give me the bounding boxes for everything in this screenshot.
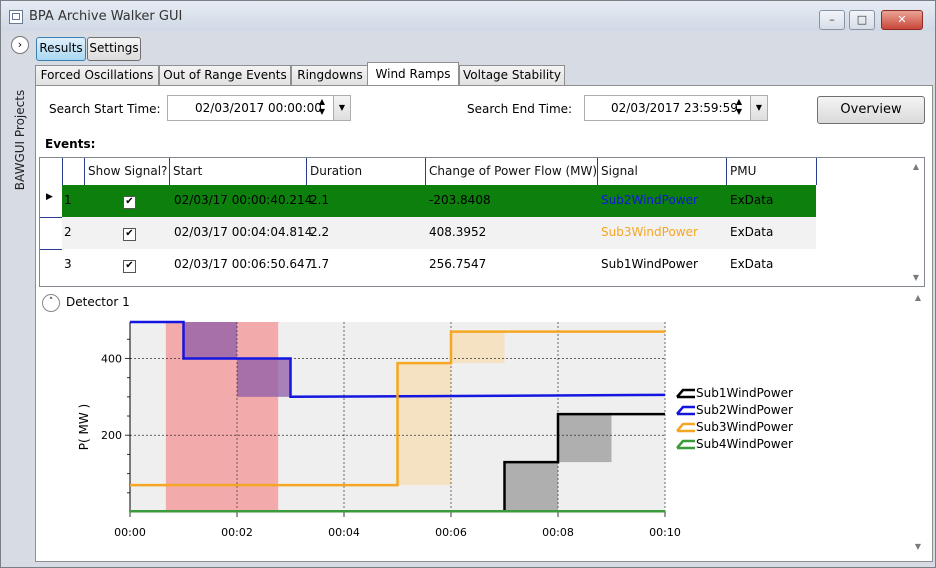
row-index: 1 <box>64 193 72 207</box>
search-end-picker[interactable]: 02/03/2017 23:59:59 ▲ ▼ ▼ <box>584 95 768 121</box>
row-header[interactable] <box>40 249 62 282</box>
show-signal-checkbox[interactable]: ✔ <box>123 228 136 241</box>
row-start: 02/03/17 00:04:04.814 <box>174 225 313 239</box>
row-duration: 2.2 <box>310 225 330 239</box>
table-row[interactable]: 2 ✔ 02/03/17 00:04:04.814 2.2 408.3952 S… <box>40 217 816 250</box>
row-signal: Sub1WindPower <box>601 257 698 271</box>
row-duration: 1.7 <box>310 257 330 271</box>
chevron-right-icon[interactable]: › <box>11 36 29 54</box>
detector-label: Detector 1 <box>66 295 130 309</box>
column-header-duration[interactable]: Duration (minutes) <box>306 158 423 205</box>
ramp-fill <box>183 322 237 359</box>
row-change: 256.7547 <box>429 257 487 271</box>
tab-out-of-range-events[interactable]: Out of Range Events <box>159 65 291 86</box>
ramp-fill <box>397 363 451 486</box>
header-spacer <box>62 158 84 185</box>
row-header[interactable]: ▶ <box>40 185 62 217</box>
legend-label: Sub1WindPower <box>696 386 793 400</box>
x-tick-label: 00:06 <box>435 526 467 539</box>
scroll-up-icon[interactable]: ▲ <box>908 162 924 171</box>
table-row[interactable]: ▶ 1 ✔ 02/03/17 00:00:40.214 2.1 -203.840… <box>40 185 816 217</box>
column-header-signal[interactable]: Signal <box>597 158 727 185</box>
row-duration: 2.1 <box>310 193 330 207</box>
legend-label: Sub4WindPower <box>696 437 793 451</box>
projects-sidebar: › BAWGUI Projects <box>7 33 33 563</box>
column-header-start[interactable]: Start <box>169 158 304 185</box>
search-end-value[interactable]: 02/03/2017 23:59:59 <box>611 96 738 120</box>
legend-swatch <box>676 439 695 450</box>
settings-button[interactable]: Settings <box>87 37 141 61</box>
search-start-label: Search Start Time: <box>49 102 161 116</box>
ramp-fill <box>558 414 612 463</box>
results-button[interactable]: Results <box>36 37 86 61</box>
row-signal: Sub2WindPower <box>601 193 698 207</box>
show-signal-checkbox[interactable]: ✔ <box>123 196 136 209</box>
show-signal-checkbox[interactable]: ✔ <box>123 260 136 273</box>
y-tick-label: 400 <box>101 352 122 365</box>
x-tick-label: 00:08 <box>542 526 574 539</box>
window-title: BPA Archive Walker GUI <box>29 9 183 24</box>
chevron-down-icon[interactable]: ▼ <box>333 96 350 120</box>
legend-label: Sub2WindPower <box>696 403 793 417</box>
tab-ringdowns[interactable]: Ringdowns <box>291 65 369 86</box>
events-table: Show Signal? Start Duration (minutes) Ch… <box>39 157 925 287</box>
row-signal: Sub3WindPower <box>601 225 698 239</box>
row-pmu: ExData <box>730 193 774 207</box>
chevron-down-icon[interactable]: ▼ <box>750 96 767 120</box>
table-header: Show Signal? Start Duration (minutes) Ch… <box>40 158 817 205</box>
scroll-down-icon[interactable]: ▼ <box>908 273 924 282</box>
legend-swatch <box>676 405 695 416</box>
app-icon <box>9 10 23 24</box>
row-index: 3 <box>64 257 72 271</box>
row-change: -203.8408 <box>429 193 491 207</box>
overview-button[interactable]: Overview <box>817 96 925 124</box>
tab-wind-ramps[interactable]: Wind Ramps <box>367 62 459 87</box>
row-pmu: ExData <box>730 257 774 271</box>
table-scrollbar[interactable]: ▲ ▼ <box>908 158 924 286</box>
scroll-down-icon[interactable]: ▼ <box>910 542 926 551</box>
column-header-pmu[interactable]: PMU <box>726 158 817 185</box>
tab-forced-oscillations[interactable]: Forced Oscillations <box>35 65 159 86</box>
y-tick-label: 200 <box>101 429 122 442</box>
close-button[interactable]: ✕ <box>881 10 923 30</box>
x-tick-label: 00:10 <box>649 526 681 539</box>
row-index: 2 <box>64 225 72 239</box>
events-label: Events: <box>45 137 96 151</box>
title-bar[interactable]: BPA Archive Walker GUI – □ ✕ <box>1 1 935 31</box>
column-header-change[interactable]: Change of Power Flow (MW) <box>425 158 599 185</box>
search-start-value[interactable]: 02/03/2017 00:00:00 <box>195 96 322 120</box>
row-start: 02/03/17 00:06:50.647 <box>174 257 313 271</box>
sidebar-label[interactable]: BAWGUI Projects <box>13 75 27 205</box>
spinner-icon[interactable]: ▲ ▼ <box>733 97 745 117</box>
column-header-show-signal[interactable]: Show Signal? <box>84 158 168 185</box>
legend-label: Sub3WindPower <box>696 420 793 434</box>
tab-voltage-stability[interactable]: Voltage Stability <box>459 65 565 86</box>
legend-swatch <box>676 388 695 399</box>
ramp-fill <box>237 358 291 397</box>
ramp-fill <box>504 462 558 512</box>
table-row[interactable]: 3 ✔ 02/03/17 00:06:50.647 1.7 256.7547 S… <box>40 249 816 282</box>
x-tick-label: 00:00 <box>114 526 146 539</box>
x-tick-label: 00:02 <box>221 526 253 539</box>
row-change: 408.3952 <box>429 225 487 239</box>
scroll-up-icon[interactable]: ▲ <box>910 293 926 302</box>
x-tick-label: 00:04 <box>328 526 360 539</box>
row-header[interactable] <box>40 217 62 250</box>
search-start-picker[interactable]: 02/03/2017 00:00:00 ▲ ▼ ▼ <box>167 95 351 121</box>
row-start: 02/03/17 00:00:40.214 <box>174 193 313 207</box>
detector-scrollbar[interactable]: ▲ ▼ <box>910 291 926 553</box>
row-pmu: ExData <box>730 225 774 239</box>
spinner-icon[interactable]: ▲ ▼ <box>316 97 328 117</box>
app-window: BPA Archive Walker GUI – □ ✕ › BAWGUI Pr… <box>0 0 936 568</box>
maximize-button[interactable]: □ <box>849 10 875 30</box>
y-axis-label: P( MW ) <box>77 404 91 450</box>
detector-section: ˄ Detector 1 00:00 00:02 00:04 00:06 00:08 00… <box>40 291 930 559</box>
search-end-label: Search End Time: <box>467 102 573 116</box>
legend-swatch <box>676 422 695 433</box>
minimize-button[interactable]: – <box>819 10 845 30</box>
wind-ramp-chart: 00:00 00:02 00:04 00:06 00:08 00:10 200 400 P( M… <box>77 320 793 539</box>
row-selected-icon: ▶ <box>46 192 53 202</box>
